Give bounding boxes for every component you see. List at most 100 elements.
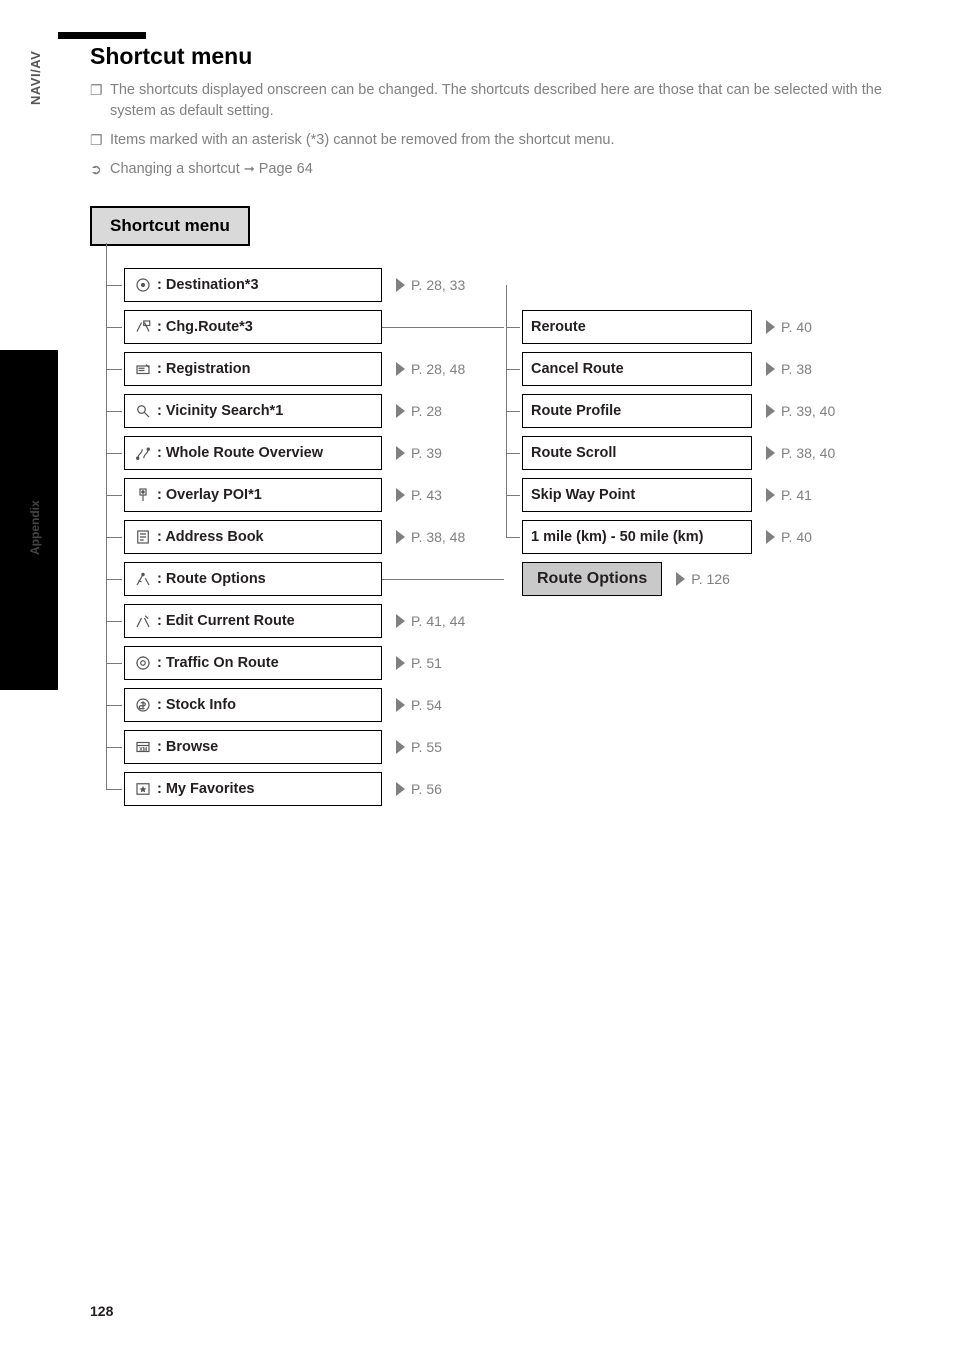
tree-connector [106, 306, 124, 348]
note-bullet-crossref: ➲ [90, 159, 110, 180]
menu-item-box: : Whole Route Overview [124, 436, 382, 470]
page-ref: P. 40 [766, 529, 812, 545]
destination-icon [133, 275, 153, 295]
triangle-icon [766, 362, 775, 376]
page-ref-text: P. 40 [781, 529, 812, 545]
page-ref: P. 41, 44 [396, 613, 465, 629]
tree-connector [106, 684, 124, 726]
submenu-item-box: Route Scroll [522, 436, 752, 470]
page-title: Shortcut menu [90, 43, 930, 70]
page-ref: P. 28, 48 [396, 361, 465, 377]
notes-block: ❐ The shortcuts displayed onscreen can b… [90, 80, 930, 180]
page-ref-text: P. 39, 40 [781, 403, 835, 419]
page-ref-text: P. 43 [411, 487, 442, 503]
triangle-icon [676, 572, 685, 586]
menu-item-label: : Traffic On Route [157, 655, 279, 671]
menu-row: : My FavoritesP. 56 [106, 768, 465, 810]
submenu-row: Skip Way Point P. 41 [504, 474, 835, 516]
triangle-icon [766, 404, 775, 418]
submenu-item-label: Route Profile [531, 403, 621, 419]
page-ref: P. 56 [396, 781, 442, 797]
page-number: 128 [90, 1303, 113, 1319]
tree-connector [106, 642, 124, 684]
page-ref: P. 55 [396, 739, 442, 755]
menu-item-box: : Destination*3 [124, 268, 382, 302]
page-ref-text: P. 39 [411, 445, 442, 461]
tree-connector-h [382, 327, 504, 328]
menu-item-label: : Vicinity Search*1 [157, 403, 283, 419]
page-ref: P. 40 [766, 319, 812, 335]
browse-icon: XM [133, 737, 153, 757]
page-ref: P. 41 [766, 487, 812, 503]
page-ref: P. 54 [396, 697, 442, 713]
submenu-item-label: Reroute [531, 319, 586, 335]
top-accent-bar [58, 32, 146, 39]
menu-item-box: : Address Book [124, 520, 382, 554]
note-3: Changing a shortcut ➞ Page 64 [110, 159, 313, 180]
page-ref-text: P. 51 [411, 655, 442, 671]
submenu-item-box: 1 mile (km) - 50 mile (km) [522, 520, 752, 554]
menu-row: : Traffic On Route P. 51 [106, 642, 465, 684]
page-ref-text: P. 38, 40 [781, 445, 835, 461]
menu-item-box: : Registration [124, 352, 382, 386]
submenu-item-label: Skip Way Point [531, 487, 635, 503]
menu-row: XM : Browse P. 55 [106, 726, 465, 768]
page-ref-text: P. 28 [411, 403, 442, 419]
triangle-icon [396, 698, 405, 712]
triangle-icon [396, 488, 405, 502]
page-ref: P. 38, 48 [396, 529, 465, 545]
tree-connector [106, 558, 124, 600]
wholeroute-icon [133, 443, 153, 463]
page-ref-text: P. 41, 44 [411, 613, 465, 629]
stock-icon [133, 695, 153, 715]
page-ref-text: P. 41 [781, 487, 812, 503]
page-ref-text: P. 55 [411, 739, 442, 755]
svg-text:XM: XM [139, 747, 148, 753]
menu-header: Shortcut menu [90, 206, 250, 246]
side-label-naviav: NAVI/AV [28, 51, 43, 105]
menu-row: : Registration P. 28, 48 [106, 348, 465, 390]
registration-icon [133, 359, 153, 379]
menu-item-box: : Vicinity Search*1 [124, 394, 382, 428]
submenu-item-box: Route Profile [522, 394, 752, 428]
submenu-item-label: Route Scroll [531, 445, 616, 461]
note-bullet: ❐ [90, 130, 110, 151]
menu-item-label: : Edit Current Route [157, 613, 295, 629]
submenu-item-box: Reroute [522, 310, 752, 344]
menu-row: : Chg.Route*3 [106, 306, 465, 348]
submenu-item-label: 1 mile (km) - 50 mile (km) [531, 529, 703, 545]
triangle-icon [766, 320, 775, 334]
page-ref-text: P. 56 [411, 781, 442, 797]
triangle-icon [396, 362, 405, 376]
menu-item-label: : Browse [157, 739, 218, 755]
note-1: The shortcuts displayed onscreen can be … [110, 80, 930, 122]
page-ref-text: P. 38 [781, 361, 812, 377]
tree-connector [106, 474, 124, 516]
subheader-label: Route Options [537, 570, 647, 588]
menu-row: : Route Options [106, 558, 465, 600]
page-ref: P. 43 [396, 487, 442, 503]
submenu-row: 1 mile (km) - 50 mile (km) P. 40 [504, 516, 835, 558]
chgroute-icon [133, 317, 153, 337]
triangle-icon [766, 446, 775, 460]
menu-item-box: : Chg.Route*3 [124, 310, 382, 344]
triangle-icon [766, 530, 775, 544]
menu-item-box: : Overlay POI*1 [124, 478, 382, 512]
menu-item-box: XM : Browse [124, 730, 382, 764]
note-2: Items marked with an asterisk (*3) canno… [110, 130, 615, 151]
submenu-item-box: Cancel Route [522, 352, 752, 386]
page-ref: P. 38, 40 [766, 445, 835, 461]
triangle-icon [396, 278, 405, 292]
tree-connector [106, 600, 124, 642]
page-ref: P. 39, 40 [766, 403, 835, 419]
menu-item-box: : Route Options [124, 562, 382, 596]
menu-item-label: : Destination*3 [157, 277, 259, 293]
page-ref-text: P. 38, 48 [411, 529, 465, 545]
traffic-icon [133, 653, 153, 673]
menu-item-box: : Stock Info [124, 688, 382, 722]
page-ref: P. 28, 33 [396, 277, 465, 293]
routeoptions-icon [133, 569, 153, 589]
triangle-icon [396, 614, 405, 628]
overlaypoi-icon [133, 485, 153, 505]
menu-row: : Overlay POI*1 P. 43 [106, 474, 465, 516]
